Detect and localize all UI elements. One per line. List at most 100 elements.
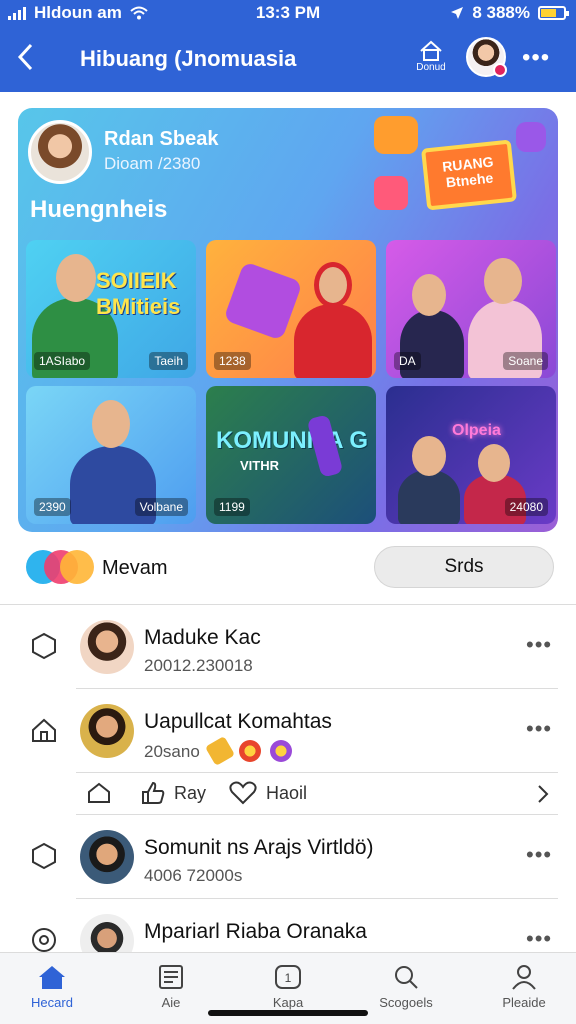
home-icon (39, 966, 65, 989)
tile-caption: 1ASIabo (34, 352, 91, 370)
tab-home[interactable]: Hecard (4, 963, 100, 1010)
content-tile[interactable]: SOIIEIK BMitieis 1ASIabo Taeih (26, 240, 196, 378)
more-options-button[interactable]: ••• (522, 44, 550, 72)
hero-avatar (28, 120, 92, 184)
person-figure (398, 470, 460, 524)
person-head (478, 444, 510, 482)
reaction-icon (269, 740, 292, 762)
content-tile[interactable]: 1238 (206, 240, 376, 378)
community-home-button[interactable]: Donud (414, 40, 448, 80)
settings-circle-icon (32, 928, 56, 952)
heart-outline-icon (229, 781, 257, 805)
person-head (314, 262, 352, 308)
tile-badge: Olpeia (452, 422, 501, 439)
tab-label: Pleaide (502, 995, 546, 1010)
page-title: Hibuang (Jnomuasia (80, 46, 297, 71)
tab-label: Kapa (272, 995, 304, 1010)
battery-percent: 8 388% (472, 3, 530, 22)
location-arrow-icon (451, 7, 464, 19)
app-logo (26, 548, 96, 588)
tab-search[interactable]: Scogoels (358, 963, 454, 1010)
profile-icon (512, 965, 536, 990)
avatar (80, 830, 134, 884)
item-title: Uapullcat Komahtas (144, 710, 332, 733)
share-button[interactable]: Srds (374, 546, 554, 588)
content-tile[interactable]: 2390 Volbane (26, 386, 196, 524)
item-meta: 4006 72000s (144, 866, 243, 885)
search-icon (395, 966, 418, 989)
person-figure (294, 304, 372, 378)
tab-label: Hecard (31, 995, 73, 1010)
thumbs-reaction-icon (204, 735, 235, 767)
person-head (412, 436, 446, 476)
tab-notifications[interactable]: 1 Kapa (240, 963, 336, 1010)
comment-button[interactable]: Haoil (228, 780, 307, 806)
hexagon-icon (32, 842, 56, 870)
post-actions-bar: Ray Haoil (76, 772, 558, 814)
content-tile[interactable]: DA Soane (386, 240, 556, 378)
tile-subheadline: VITHR (240, 458, 279, 473)
home-label: Donud (416, 62, 446, 73)
person-head (92, 400, 130, 448)
notification-dot (493, 63, 507, 77)
share-icon[interactable] (86, 780, 112, 806)
comment-label: Haoil (266, 782, 308, 803)
avatar (80, 620, 134, 674)
hero-subtitle: Dioam /2380 (104, 154, 201, 173)
person-head (412, 274, 446, 316)
tile-caption: Soane (503, 352, 548, 370)
list-item[interactable]: Somunit ns Arajs Virtldö) 4006 72000s ••… (0, 814, 576, 898)
person-head (484, 258, 522, 304)
news-icon (159, 965, 183, 989)
hexagon-graphic (223, 261, 303, 341)
hero-banner[interactable]: Rdan Sbeak Dioam /2380 Huengnheis RUANG … (18, 108, 558, 532)
battery-icon (538, 6, 569, 20)
like-button[interactable]: Ray (140, 780, 206, 806)
list-item[interactable]: Maduke Kac 20012.230018 ••• (0, 604, 576, 688)
tile-caption: 1238 (214, 352, 251, 370)
hexagon-icon (32, 632, 56, 660)
reaction-icon (239, 740, 262, 762)
person-head (56, 254, 96, 302)
more-options-button[interactable]: ••• (526, 632, 552, 658)
hero-heading: Huengnheis (30, 196, 168, 223)
tab-label: Aie (161, 995, 181, 1010)
chevron-right-icon[interactable] (536, 784, 550, 804)
svg-text:1: 1 (285, 971, 292, 985)
chat-bubble-decoration (374, 116, 418, 154)
avatar (80, 704, 134, 758)
hero-name: Rdan Sbeak (104, 128, 219, 150)
chat-bubble-decoration (374, 176, 408, 210)
top-bar: Hldoun am 13:3 PM 8 388% Hibuang (Jnomua… (0, 0, 576, 92)
chevron-left-icon (17, 43, 33, 71)
tab-label: Scogoels (379, 995, 433, 1010)
item-title: Maduke Kac (144, 626, 261, 649)
profile-avatar[interactable] (466, 37, 507, 77)
house-icon (420, 40, 442, 61)
tile-headline: KOMUNITA G (216, 427, 368, 454)
share-row-label: Mevam (102, 557, 168, 579)
item-meta-text: 20sano (144, 742, 200, 761)
back-button[interactable] (16, 42, 44, 74)
content-tile[interactable]: Olpeia 24080 (386, 386, 556, 524)
home-outline-icon (32, 718, 56, 742)
like-label: Ray (174, 782, 207, 803)
item-title: Mpariarl Riaba Oranaka (144, 920, 367, 943)
tile-caption: 24080 (504, 498, 548, 516)
more-options-button[interactable]: ••• (526, 926, 552, 952)
thumbs-up-icon (142, 781, 165, 804)
item-meta: 20012.230018 (144, 656, 253, 675)
content-tile[interactable]: KOMUNITA G VITHR 1199 (206, 386, 376, 524)
tile-caption: Taeih (149, 352, 188, 370)
more-options-button[interactable]: ••• (526, 716, 552, 742)
chat-bubble-decoration (516, 122, 546, 152)
more-options-button[interactable]: ••• (526, 842, 552, 868)
list-item[interactable]: Uapullcat Komahtas 20sano ••• (0, 688, 576, 772)
nav-bar: Hibuang (Jnomuasia Donud ••• (0, 30, 576, 90)
home-indicator (208, 1010, 368, 1016)
tile-caption: 1199 (214, 498, 250, 516)
tab-profile[interactable]: Pleaide (476, 963, 572, 1010)
tab-news[interactable]: Aie (123, 963, 219, 1010)
tile-caption: 2390 (34, 498, 71, 516)
item-meta: 20sano (144, 735, 292, 767)
